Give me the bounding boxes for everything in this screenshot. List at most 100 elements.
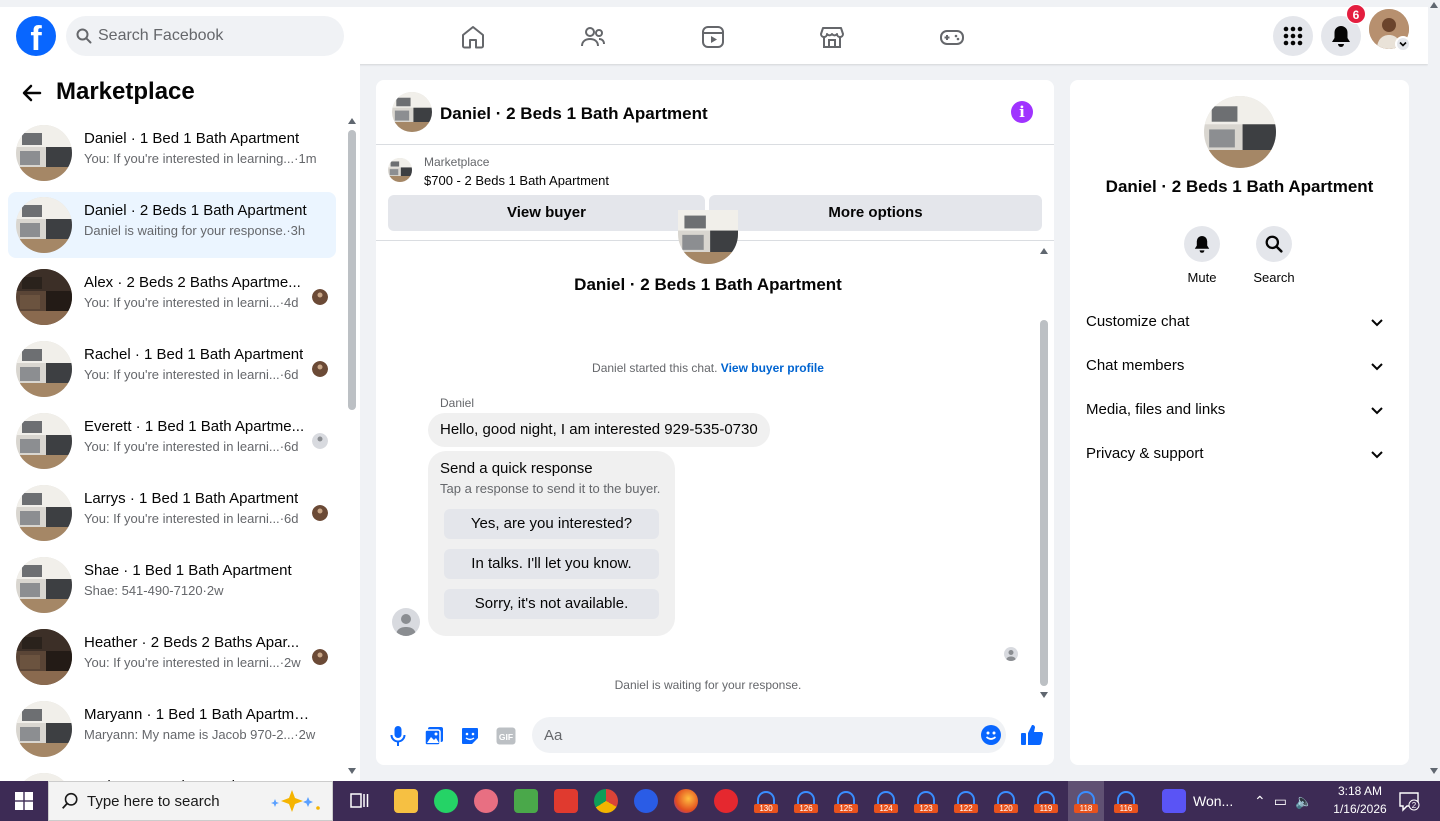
zoom-window-icon[interactable]: 125 <box>834 789 858 813</box>
home-tab[interactable] <box>453 17 493 57</box>
zoom-window-icon[interactable]: 122 <box>954 789 978 813</box>
facebook-search-box[interactable] <box>66 16 344 56</box>
conversation-time: 6d <box>284 439 299 454</box>
whatsapp-icon[interactable] <box>434 789 458 813</box>
sender-avatar[interactable] <box>392 608 420 636</box>
sticker-button[interactable] <box>458 724 482 748</box>
menu-button[interactable] <box>1273 16 1313 56</box>
system-tray[interactable]: ⌃▭🔈 <box>1254 793 1320 810</box>
conversation-item[interactable]: Everett · 1 Bed 1 Bath Apartme... You: If… <box>8 408 336 474</box>
account-chevron-icon[interactable] <box>1395 36 1411 52</box>
zoom-window-icon[interactable]: 123 <box>914 789 938 813</box>
zoom-window-icon[interactable]: 116 <box>1114 789 1138 813</box>
friends-tab[interactable] <box>573 17 613 57</box>
chat-avatar[interactable] <box>392 92 432 132</box>
conversation-item[interactable]: Alex · 2 Beds 2 Baths Apartme... You: If … <box>8 264 336 330</box>
search-in-conversation-button[interactable]: Search <box>1239 226 1309 285</box>
chat-title[interactable]: Daniel · 2 Beds 1 Bath Apartment <box>440 104 708 124</box>
conversation-item[interactable]: Shae · 1 Bed 1 Bath Apartment Shae: 541-4… <box>8 552 336 618</box>
clock-time[interactable]: 3:18 AM <box>1325 784 1395 798</box>
conversation-item[interactable]: Rachel · 1 Bed 1 Bath Apartment You: If y… <box>8 336 336 402</box>
view-buyer-profile-link[interactable]: View buyer profile <box>721 361 824 375</box>
conversation-name: Daniel · 2 Beds 1 Bath Apartment <box>84 202 307 219</box>
zoom-window-icon[interactable]: 124 <box>874 789 898 813</box>
conversation-thumbnail <box>16 485 72 541</box>
like-button[interactable] <box>1020 723 1044 747</box>
quick-response-option[interactable]: In talks. I'll let you know. <box>444 549 659 579</box>
mute-button[interactable]: Mute <box>1167 226 1237 285</box>
task-view-icon[interactable] <box>348 789 372 813</box>
zoom-window-icon[interactable]: 130 <box>754 789 778 813</box>
video-tab[interactable] <box>693 17 733 57</box>
emoji-icon[interactable] <box>981 725 1001 745</box>
attach-photo-button[interactable] <box>422 724 446 748</box>
conversation-item[interactable]: Daniel · 2 Beds 1 Bath Apartment Daniel i… <box>8 192 336 258</box>
volume-icon[interactable]: 🔈 <box>1295 793 1320 809</box>
quick-response-option[interactable]: Sorry, it's not available. <box>444 589 659 619</box>
spreadsheet-icon[interactable] <box>514 789 538 813</box>
taskbar-search-box[interactable]: Type here to search <box>48 781 333 821</box>
read-receipt-avatar <box>312 505 328 521</box>
file-explorer-icon[interactable] <box>394 789 418 813</box>
row-label: Customize chat <box>1086 313 1190 330</box>
conversation-item[interactable]: Heather · 2 Beds 2 Baths Apar... You: If … <box>8 624 336 690</box>
message-bubble[interactable]: Hello, good night, I am interested 929-5… <box>428 413 770 447</box>
chat-scroll-up-icon[interactable] <box>1040 248 1048 254</box>
conversation-preview-text: You: If you're interested in learni... <box>84 655 280 670</box>
listing-thumbnail[interactable] <box>388 158 412 182</box>
zoom-number: 124 <box>874 804 898 813</box>
zoom-window-icon[interactable]: 119 <box>1034 789 1058 813</box>
zoom-icon[interactable] <box>1162 789 1186 813</box>
listing-title[interactable]: $700 - 2 Beds 1 Bath Apartment <box>424 173 609 188</box>
firefox-icon[interactable] <box>674 789 698 813</box>
customize-chat-row[interactable]: Customize chat <box>1086 302 1393 342</box>
conversation-item[interactable]: Daniel · 1 Bed 1 Bath Apartment You: If y… <box>8 120 336 186</box>
conversation-item[interactable]: Maryann · 1 Bed 1 Bath Apartment Maryann:… <box>8 696 336 762</box>
zoom-window-icon[interactable]: 118 <box>1074 789 1098 813</box>
sidebar-scrollbar[interactable] <box>348 130 356 410</box>
conversation-item[interactable]: Larrys · 1 Bed 1 Bath Apartment You: If y… <box>8 480 336 546</box>
zoom-window-icon[interactable]: 126 <box>794 789 818 813</box>
sidebar-scroll-up-icon[interactable] <box>348 118 356 124</box>
zoom-window-icon[interactable]: 120 <box>994 789 1018 813</box>
quick-response-option[interactable]: Yes, are you interested? <box>444 509 659 539</box>
message-input[interactable] <box>532 717 1006 753</box>
page-scroll-down-icon[interactable] <box>1430 768 1438 774</box>
chat-panel: Daniel · 2 Beds 1 Bath Apartment i Marke… <box>376 80 1054 765</box>
paint-icon[interactable] <box>474 789 498 813</box>
more-options-button[interactable]: More options <box>709 195 1042 231</box>
sidebar-scroll-down-icon[interactable] <box>348 768 356 774</box>
voice-clip-button[interactable] <box>386 724 410 748</box>
conversation-preview-text: You: If you're interested in learni... <box>84 295 280 310</box>
media-files-links-row[interactable]: Media, files and links <box>1086 390 1393 430</box>
chrome-icon[interactable] <box>594 789 618 813</box>
app-icon[interactable] <box>714 789 738 813</box>
facebook-logo[interactable]: f <box>16 16 56 56</box>
chat-members-row[interactable]: Chat members <box>1086 346 1393 386</box>
browser-icon[interactable] <box>634 789 658 813</box>
view-buyer-button[interactable]: View buyer <box>388 195 705 231</box>
chat-scroll-down-icon[interactable] <box>1040 692 1048 698</box>
clock-date[interactable]: 1/16/2026 <box>1325 802 1395 816</box>
chevron-up-icon[interactable]: ⌃ <box>1254 793 1274 809</box>
page-scrollbar[interactable] <box>1428 0 1440 781</box>
conversation-item[interactable]: Nathan · 2 Beds 1 Bath Apart... <box>8 768 336 781</box>
anydesk-icon[interactable] <box>554 789 578 813</box>
gaming-tab[interactable] <box>932 17 972 57</box>
action-center-icon[interactable]: 2 <box>1399 792 1421 812</box>
info-avatar[interactable] <box>1204 96 1276 168</box>
page-scroll-up-icon[interactable] <box>1430 2 1438 8</box>
privacy-support-row[interactable]: Privacy & support <box>1086 434 1393 474</box>
facebook-search-input[interactable] <box>98 27 318 45</box>
chat-scrollbar[interactable] <box>1040 320 1048 686</box>
info-icon[interactable]: i <box>1011 101 1033 123</box>
conversation-preview-text: You: If you're interested in learni... <box>84 367 280 382</box>
gif-button[interactable]: GIF <box>494 724 518 748</box>
windows-start-icon[interactable] <box>15 792 33 810</box>
conversation-preview: You: If you're interested in learni... · 6… <box>84 439 299 454</box>
zoom-window-label[interactable]: Won... <box>1193 793 1233 809</box>
windows-taskbar: Type here to search 130 126 125 124 123 122 12… <box>0 781 1440 821</box>
back-arrow-icon[interactable] <box>20 81 44 105</box>
network-icon[interactable]: ▭ <box>1274 793 1295 809</box>
marketplace-tab[interactable] <box>812 17 852 57</box>
